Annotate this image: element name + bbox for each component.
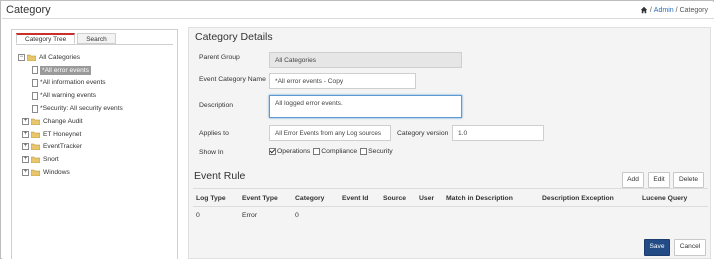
breadcrumb-current: Category [679, 6, 708, 14]
tree-node[interactable]: *All information events [16, 77, 176, 90]
folder-icon [31, 118, 40, 125]
category-tree: − All Categories *All error events *All … [16, 51, 176, 179]
tree-node-label: *All warning events [40, 92, 97, 100]
event-category-name-input[interactable]: *All error events - Copy [269, 73, 416, 89]
description-label: Description [199, 102, 233, 109]
document-icon [32, 91, 38, 100]
event-category-name-label: Event Category Name [199, 76, 266, 83]
checkbox-label: Security [368, 148, 393, 155]
add-button[interactable]: Add [622, 172, 644, 188]
tab-category-tree[interactable]: Category Tree [16, 33, 76, 44]
column-header[interactable]: Event Id [342, 195, 368, 202]
compliance-checkbox[interactable] [313, 148, 321, 155]
delete-button[interactable]: Delete [673, 172, 704, 188]
show-in-options: Operations Compliance Security [269, 148, 396, 155]
tree-node-root[interactable]: − All Categories [16, 51, 176, 64]
main-content: Category Tree Search − All Categories *A… [2, 19, 714, 259]
document-icon [32, 104, 38, 113]
table-cell: 0 [295, 212, 299, 219]
show-in-label: Show In [199, 149, 224, 156]
category-tree-panel: Category Tree Search − All Categories *A… [11, 29, 178, 259]
tree-node-label: *Security: All security events [40, 105, 123, 113]
column-header[interactable]: Source [383, 195, 406, 202]
table-cell: Error [242, 212, 258, 219]
page-title: Category [6, 4, 51, 16]
tree-node-label: EventTracker [43, 143, 82, 151]
table-cell: 0 [196, 212, 200, 219]
tree-node-group[interactable]: + Snort [16, 153, 176, 166]
expand-icon[interactable]: + [22, 130, 29, 138]
app-window: Category / Admin / Category Category Tre… [0, 0, 714, 259]
column-header[interactable]: Event Type [242, 195, 278, 202]
column-header[interactable]: Category [295, 195, 324, 202]
tab-bar: Category Tree Search [16, 33, 118, 44]
parent-group-field: All Categories [269, 52, 462, 68]
checkbox-label: Compliance [321, 148, 358, 155]
folder-icon [31, 157, 40, 164]
folder-icon [31, 131, 40, 138]
home-icon[interactable] [640, 6, 648, 14]
tree-node-label: All Categories [39, 53, 81, 61]
column-header[interactable]: Description Exception [542, 195, 614, 202]
cancel-button[interactable]: Cancel [674, 239, 706, 256]
tree-node-group[interactable]: + ET Honeynet [16, 128, 176, 141]
folder-icon [31, 169, 40, 177]
breadcrumb-separator: / [675, 6, 678, 14]
category-version-label: Category version [397, 130, 449, 137]
edit-button[interactable]: Edit [648, 172, 670, 188]
tree-node-label: *All error events [40, 65, 91, 75]
operations-checkbox[interactable] [269, 148, 276, 155]
tab-divider [16, 44, 173, 45]
column-header[interactable]: Log Type [196, 195, 226, 202]
tree-node-group[interactable]: + EventTracker [16, 141, 176, 154]
top-bar: Category / Admin / Category [2, 2, 714, 19]
collapse-icon[interactable]: − [18, 53, 25, 61]
description-textarea[interactable]: All logged error events. [269, 95, 462, 118]
expand-icon[interactable]: + [22, 169, 29, 177]
parent-group-label: Parent Group [199, 54, 240, 61]
category-details-title: Category Details [195, 31, 273, 43]
category-details-panel: Category Details Parent Group All Catego… [188, 27, 711, 259]
tree-node[interactable]: *Security: All security events [16, 102, 176, 115]
tree-node-label: Snort [43, 156, 59, 164]
tree-node-group[interactable]: + Change Audit [16, 115, 176, 128]
document-icon [32, 78, 38, 87]
security-checkbox[interactable] [360, 148, 368, 155]
category-version-input[interactable]: 1.0 [452, 125, 544, 141]
folder-icon [27, 54, 36, 61]
checkbox-label: Operations [277, 148, 311, 155]
document-icon [32, 66, 38, 75]
column-header[interactable]: Lucene Query [642, 195, 687, 202]
tree-node-label: Change Audit [43, 117, 83, 125]
expand-icon[interactable]: + [22, 117, 29, 125]
expand-icon[interactable]: + [22, 156, 29, 164]
tree-node-label: Windows [43, 169, 70, 177]
section-divider [193, 188, 708, 189]
tree-node[interactable]: *All warning events [16, 89, 176, 102]
expand-icon[interactable]: + [22, 143, 29, 151]
tab-search[interactable]: Search [77, 33, 116, 44]
folder-icon [31, 144, 40, 151]
save-button[interactable]: Save [644, 239, 670, 256]
column-header[interactable]: User [419, 195, 434, 202]
breadcrumb-separator: / [649, 6, 652, 14]
security-checkbox-item[interactable]: Security [360, 148, 393, 155]
breadcrumb: / Admin / Category [640, 6, 708, 14]
operations-checkbox-item[interactable]: Operations [269, 148, 310, 155]
applies-to-label: Applies to [199, 130, 229, 137]
applies-to-field[interactable]: All Error Events from any Log sources [269, 125, 391, 141]
table-header-divider [193, 206, 708, 207]
event-rule-title: Event Rule [194, 170, 246, 182]
tree-node-label: *All information events [40, 79, 106, 87]
breadcrumb-admin-link[interactable]: Admin [654, 7, 674, 14]
tree-node-group[interactable]: + Windows [16, 166, 176, 179]
column-header[interactable]: Match in Description [446, 195, 513, 202]
compliance-checkbox-item[interactable]: Compliance [313, 148, 357, 155]
tree-node-label: ET Honeynet [43, 130, 82, 138]
tree-node-selected[interactable]: *All error events [16, 64, 176, 77]
